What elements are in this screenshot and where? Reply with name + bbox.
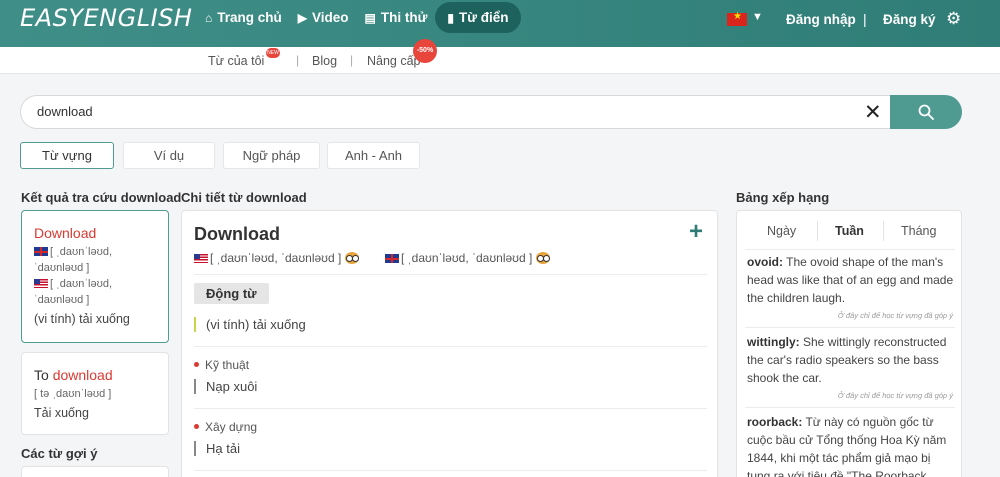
- language-flag-icon[interactable]: [727, 11, 747, 26]
- sale-badge: -50%: [413, 39, 437, 63]
- suggest-card[interactable]: [21, 466, 169, 477]
- field-label: Kỹ thuật: [194, 358, 249, 372]
- login-link[interactable]: Đăng nhập: [786, 12, 856, 27]
- uk-flag-icon: [385, 254, 399, 263]
- subnav-blog[interactable]: Blog: [312, 54, 337, 68]
- divider: [745, 407, 955, 408]
- document-icon: ▤: [364, 10, 376, 25]
- field-meaning: Nạp xuôi: [194, 379, 257, 394]
- top-navbar: EASYENGLISH ⌂ Trang chủ ▶ Video ▤ Thi th…: [0, 0, 1000, 47]
- divider: [194, 274, 707, 275]
- rank-entry[interactable]: ovoid: The ovoid shape of the man's head…: [747, 253, 955, 307]
- word-detail-card: Download + [ ˌdaʊnˈləʊd, ˈdaʊnləʊd ] [ ˌ…: [181, 210, 718, 477]
- pron-us: [ ˌdaʊnˈləʊd, ˈdaʊnləʊd ]: [194, 251, 360, 265]
- rank-note: Ở đây chỉ để học từ vựng đã góp ý: [837, 311, 953, 320]
- us-flag-icon: [34, 279, 48, 288]
- field-meaning: Hạ tải: [194, 441, 240, 456]
- subnav-my-words[interactable]: Từ của tôi: [208, 54, 264, 68]
- home-icon: ⌂: [205, 10, 213, 25]
- divider: [194, 408, 707, 409]
- rank-tab-week[interactable]: Tuần: [835, 224, 864, 238]
- nav-home-label: Trang chủ: [217, 10, 282, 25]
- caret-down-icon[interactable]: ▼: [752, 11, 763, 23]
- search-input[interactable]: [37, 104, 837, 119]
- nav-dictionary-label: Từ điển: [458, 10, 509, 25]
- suggest-title: Các từ gợi ý: [21, 446, 98, 461]
- rank-tab-day[interactable]: Ngày: [767, 224, 796, 238]
- sub-navbar: Từ của tôi NEW | Blog | Nâng cấp -50%: [0, 39, 1000, 74]
- tab-divider: [817, 221, 818, 241]
- tab-english-english[interactable]: Anh - Anh: [327, 142, 420, 169]
- subnav-upgrade[interactable]: Nâng cấp: [367, 54, 421, 68]
- nav-test-label: Thi thử: [380, 10, 428, 25]
- nav-separator: |: [863, 11, 867, 27]
- right-column-title: Bảng xếp hạng: [736, 190, 830, 205]
- us-flag-icon: [194, 254, 208, 263]
- divider: [194, 470, 707, 471]
- ranking-tabs: Ngày Tuần Tháng: [737, 211, 961, 251]
- middle-column-title: Chi tiết từ download: [181, 190, 307, 205]
- tab-examples[interactable]: Ví dụ: [123, 142, 215, 169]
- new-badge: NEW: [266, 48, 280, 58]
- field-label: Xây dựng: [194, 420, 257, 434]
- register-link[interactable]: Đăng ký: [883, 12, 936, 27]
- search-box: [20, 95, 910, 129]
- speaker-owl-icon[interactable]: [345, 252, 360, 264]
- nav-video[interactable]: ▶ Video: [290, 2, 357, 33]
- divider: [745, 249, 955, 250]
- subnav-separator: |: [350, 53, 354, 67]
- rank-note: Ở đây chỉ để học từ vựng đã góp ý: [837, 391, 953, 400]
- result-meaning: (vi tính) tải xuống: [34, 312, 130, 326]
- nav-home[interactable]: ⌂ Trang chủ: [197, 2, 290, 33]
- gear-icon[interactable]: ⚙: [946, 9, 961, 29]
- rank-tab-month[interactable]: Tháng: [901, 224, 936, 238]
- add-word-button[interactable]: +: [689, 218, 703, 246]
- result-word: Download: [34, 225, 97, 241]
- play-icon: ▶: [297, 10, 307, 25]
- tab-divider: [883, 221, 884, 241]
- clear-icon[interactable]: ✕: [864, 100, 882, 125]
- logo[interactable]: EASYENGLISH: [20, 4, 192, 32]
- ranking-card: Ngày Tuần Tháng ovoid: The ovoid shape o…: [736, 210, 962, 477]
- result-card[interactable]: Download [ ˌdaʊnˈləʊd, ˈdaʊnləʊd ] [ ˌda…: [21, 210, 169, 343]
- nav-dictionary[interactable]: ▮ Từ điển: [435, 2, 521, 33]
- pron-uk: [ ˌdaʊnˈləʊd, ˈdaʊnləʊd ]: [385, 251, 551, 265]
- rank-entry[interactable]: wittingly: She wittingly reconstructed t…: [747, 333, 955, 387]
- rank-entry[interactable]: roorback: Từ này có nguồn gốc từ cuộc bầ…: [747, 413, 955, 477]
- divider: [745, 327, 955, 328]
- result-word: To download: [34, 367, 113, 383]
- divider: [194, 346, 707, 347]
- result-pron: [ tə ˌdaʊnˈləʊd ]: [34, 388, 112, 400]
- nav-video-label: Video: [312, 10, 349, 25]
- subnav-separator: |: [296, 53, 300, 67]
- search-button[interactable]: [890, 95, 962, 129]
- uk-flag-icon: [34, 247, 48, 256]
- result-meaning: Tải xuống: [34, 406, 89, 420]
- part-of-speech: Động từ: [194, 283, 269, 304]
- tab-grammar[interactable]: Ngữ pháp: [223, 142, 320, 169]
- result-card[interactable]: To download [ tə ˌdaʊnˈləʊd ] Tải xuống: [21, 352, 169, 435]
- speaker-owl-icon[interactable]: [536, 252, 551, 264]
- tab-vocabulary[interactable]: Từ vựng: [20, 142, 114, 169]
- main-nav: ⌂ Trang chủ ▶ Video ▤ Thi thử ▮ Từ điển: [197, 2, 521, 33]
- result-pron-uk: [ ˌdaʊnˈləʊd, ˈdaʊnləʊd ]: [34, 246, 113, 274]
- book-icon: ▮: [447, 10, 454, 25]
- left-column-title: Kết quả tra cứu download: [21, 190, 182, 205]
- search-icon: [918, 104, 934, 120]
- detail-word: Download: [194, 224, 280, 244]
- nav-test[interactable]: ▤ Thi thử: [357, 2, 436, 33]
- main-meaning: (vi tính) tải xuống: [194, 317, 306, 332]
- result-pron-us: [ ˌdaʊnˈləʊd, ˈdaʊnləʊd ]: [34, 278, 113, 306]
